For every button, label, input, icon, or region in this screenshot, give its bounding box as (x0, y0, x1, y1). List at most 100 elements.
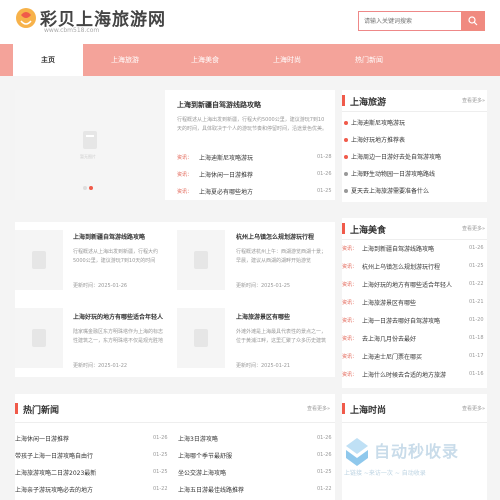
article-title[interactable]: 上海好玩的地方有哪些适合年轻人 (73, 312, 165, 321)
site-header: 彩贝上海旅游网 www.cbm518.com (0, 0, 500, 44)
section-accent (342, 95, 345, 106)
food-date: 01-22 (469, 281, 484, 287)
nav-food[interactable]: 上海美食 (170, 44, 240, 76)
nav-home[interactable]: 主页 (13, 44, 83, 76)
section-title: 上海旅游 (350, 98, 387, 108)
placeholder-caption: 暂无图片 (80, 154, 96, 159)
image-placeholder-icon (83, 131, 97, 149)
article-thumb[interactable] (177, 308, 225, 368)
more-link[interactable]: 查看更多» (462, 97, 485, 104)
carousel-dot-active[interactable] (89, 186, 93, 190)
news-item[interactable]: 上海3日游攻略 (178, 434, 298, 443)
featured-list-item[interactable]: 上海夏必有哪些地方 (199, 187, 309, 196)
food-tag: 资讯： (342, 300, 358, 306)
sidebar-item[interactable]: 上海迪斯尼攻略游玩 (351, 118, 485, 127)
news-date: 01-25 (153, 469, 168, 475)
search-icon (468, 16, 478, 26)
featured-date: 01-28 (317, 154, 332, 160)
bullet (344, 189, 348, 193)
sidebar-travel: 上海旅游 查看更多» 上海迪斯尼攻略游玩 上海好玩地方推荐表 上海周边一日游好去… (342, 90, 487, 202)
divider (342, 239, 487, 240)
food-item[interactable]: 上海到新疆自驾游线路攻略 (362, 244, 467, 253)
food-item[interactable]: 上海好玩的地方有哪些适合年轻人 (362, 280, 467, 289)
featured-headline[interactable]: 上海到新疆自驾游线路攻略 (177, 100, 261, 110)
news-item[interactable]: 坐公交游上海攻略 (178, 468, 298, 477)
article-thumb[interactable] (177, 230, 225, 290)
more-link[interactable]: 查看更多» (307, 405, 330, 412)
nav-hot-news[interactable]: 热门新闻 (334, 44, 404, 76)
featured-list-item[interactable]: 上海休闲一日游推荐 (199, 170, 309, 179)
news-date: 01-26 (317, 452, 332, 458)
featured-tag: 资讯： (177, 155, 193, 161)
featured-block: 暂无图片 上海到新疆自驾游线路攻略 行程概述从上海出发到新疆，行程大约5000公… (15, 90, 335, 200)
divider (342, 422, 487, 423)
image-placeholder-icon (194, 251, 208, 269)
image-placeholder-icon (32, 329, 46, 347)
food-item[interactable]: 杭州上乌镇怎么规划游玩行程 (362, 262, 467, 271)
article-date: 更新时间：2025-01-26 (73, 283, 128, 289)
search-input[interactable] (358, 11, 461, 31)
image-placeholder-icon (194, 329, 208, 347)
news-item[interactable]: 上海五日游最佳线路推荐 (178, 485, 298, 494)
section-accent (342, 403, 345, 414)
news-date: 01-26 (153, 435, 168, 441)
nav-travel[interactable]: 上海旅游 (90, 44, 160, 76)
food-tag: 资讯： (342, 282, 358, 288)
news-date: 01-25 (153, 452, 168, 458)
news-item[interactable]: 带孩子上海一日游攻略自由行 (15, 451, 135, 460)
news-date: 01-25 (317, 469, 332, 475)
article-date: 更新时间：2025-01-22 (73, 363, 128, 369)
section-accent (15, 403, 18, 414)
article-title[interactable]: 上海到新疆自驾游线路攻略 (73, 232, 145, 241)
food-tag: 资讯： (342, 318, 358, 324)
nav-fashion[interactable]: 上海时尚 (252, 44, 322, 76)
food-date: 01-20 (469, 317, 484, 323)
food-tag: 资讯： (342, 246, 358, 252)
article-title[interactable]: 杭州上乌镇怎么规划游玩行程 (236, 232, 314, 241)
watermark-text: 自动秒收录 (374, 442, 460, 461)
sidebar-food: 上海美食 查看更多» 资讯： 上海到新疆自驾游线路攻略 01-26 资讯： 杭州… (342, 218, 487, 388)
food-date: 01-16 (469, 371, 484, 377)
news-date: 01-22 (317, 486, 332, 492)
sidebar-item[interactable]: 上海周边一日游好去处自驾游攻略 (351, 152, 485, 161)
section-accent (342, 223, 345, 234)
featured-desc: 行程概述从上海出发到新疆，行程大约5000公里，建议游玩7到10天的时间，具体取… (177, 117, 327, 132)
food-item[interactable]: 去上海几月份去最好 (362, 334, 467, 343)
food-tag: 资讯： (342, 354, 358, 360)
bullet (344, 155, 348, 159)
news-item[interactable]: 上海旅游攻略二日游2023最新 (15, 468, 135, 477)
article-title[interactable]: 上海旅游景区有哪些 (236, 312, 290, 321)
featured-tag: 资讯： (177, 172, 193, 178)
news-item[interactable]: 上海哪个季节最舒服 (178, 451, 298, 460)
divider (15, 422, 335, 423)
divider (342, 111, 487, 112)
article-desc: 陆家嘴金融区东方明珠塔作为上海的标志性建筑之一，东方明珠塔不仅是观光胜地 (73, 329, 164, 344)
watermark-sub: 上链接 ~来访一次 ~ 自动收录 (344, 470, 426, 477)
sidebar-item[interactable]: 上海野生动物园一日游攻略路线 (351, 169, 485, 178)
search-button[interactable] (461, 11, 485, 31)
news-item[interactable]: 上海亲子游玩攻略必去的地方 (15, 485, 135, 494)
food-item[interactable]: 上海迪士尼门票在哪买 (362, 352, 467, 361)
article-thumb[interactable] (15, 308, 63, 368)
food-item[interactable]: 上海旅游景区有哪些 (362, 298, 467, 307)
featured-image[interactable]: 暂无图片 (15, 90, 165, 200)
news-date: 01-22 (153, 486, 168, 492)
carousel-dot[interactable] (83, 186, 87, 190)
news-item[interactable]: 上海休闲一日游推荐 (15, 434, 135, 443)
more-link[interactable]: 查看更多» (462, 225, 485, 232)
image-placeholder-icon (32, 251, 46, 269)
sidebar-item[interactable]: 上海好玩地方推荐表 (351, 135, 485, 144)
watermark-logo (346, 438, 368, 466)
food-item[interactable]: 上海一日游去哪好自驾游攻略 (362, 316, 467, 325)
article-date: 更新时间：2025-01-25 (236, 283, 291, 289)
main-nav: 主页 上海旅游 上海美食 上海时尚 热门新闻 (0, 44, 500, 76)
bullet (344, 121, 348, 125)
food-item[interactable]: 上海什么时候去合适的地方旅游 (362, 370, 467, 379)
more-link[interactable]: 查看更多» (462, 405, 485, 412)
bullet (344, 138, 348, 142)
article-thumb[interactable] (15, 230, 63, 290)
sidebar-item[interactable]: 夏天去上海旅游需要准备什么 (351, 186, 485, 195)
featured-list-item[interactable]: 上海迪斯尼攻略游玩 (199, 153, 309, 162)
article-desc: 行程概述从上海出发到新疆，行程大约5000公里，建议游玩7到10天的时间 (73, 249, 159, 264)
article-grid: 上海到新疆自驾游线路攻略 行程概述从上海出发到新疆，行程大约5000公里，建议游… (15, 222, 335, 377)
